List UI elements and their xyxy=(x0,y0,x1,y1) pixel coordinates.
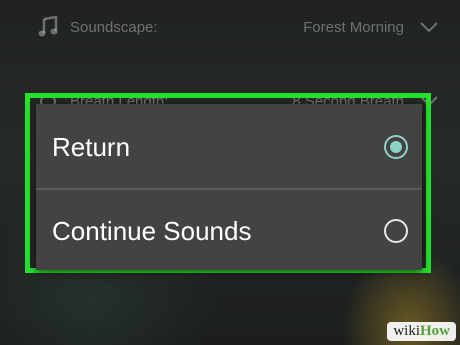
options-dialog: Return Continue Sounds xyxy=(36,104,422,270)
radio-unselected-icon[interactable] xyxy=(384,219,408,243)
radio-dot xyxy=(390,141,402,153)
radio-selected-icon[interactable] xyxy=(384,135,408,159)
option-label: Return xyxy=(52,131,131,162)
chevron-down-icon xyxy=(418,21,440,33)
soundscape-row[interactable]: Soundscape: Forest Morning xyxy=(0,2,460,52)
wikihow-watermark: wikiHow xyxy=(387,322,456,341)
music-note-icon xyxy=(34,16,62,38)
watermark-wiki: wiki xyxy=(393,323,420,339)
option-continue-sounds[interactable]: Continue Sounds xyxy=(36,190,422,272)
watermark-how: How xyxy=(420,323,450,339)
option-label: Continue Sounds xyxy=(52,215,252,246)
soundscape-label: Soundscape: xyxy=(70,18,158,36)
option-return[interactable]: Return xyxy=(36,106,422,188)
soundscape-value: Forest Morning xyxy=(303,18,404,36)
